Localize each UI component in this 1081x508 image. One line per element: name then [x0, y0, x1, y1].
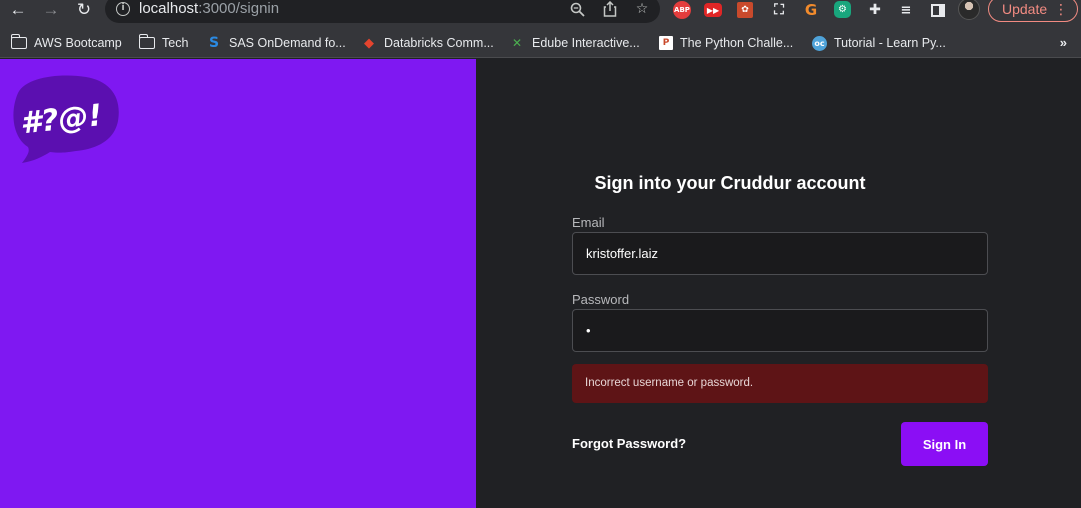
folder-icon [138, 34, 155, 49]
image-extension-icon[interactable]: ✿ [737, 2, 753, 18]
bookmark-label: SAS OnDemand fo... [229, 36, 346, 50]
site-info-icon[interactable]: i [116, 2, 130, 16]
folder-icon [10, 34, 27, 49]
tutorial-logo-icon: oc [812, 35, 827, 51]
adblock-extension-icon[interactable]: ABP [673, 1, 691, 19]
edube-logo-icon: ✕ [511, 36, 523, 50]
bookmark-label: Edube Interactive... [532, 36, 640, 50]
bookmark-databricks[interactable]: ◆ Databricks Comm... [361, 34, 494, 52]
url-path: :3000/signin [198, 0, 280, 17]
password-field[interactable] [572, 309, 988, 352]
zoom-icon[interactable] [567, 0, 587, 19]
bookmark-label: Tutorial - Learn Py... [834, 36, 946, 50]
password-label: Password [572, 292, 630, 307]
bookmark-label: The Python Challe... [680, 36, 794, 50]
python-challenge-icon: P [659, 36, 673, 50]
url-host: localhost [139, 0, 199, 17]
address-bar[interactable]: i localhost:3000/signin ☆ [105, 0, 660, 23]
forgot-password-link[interactable]: Forgot Password? [572, 436, 686, 451]
bookmark-tech[interactable]: Tech [138, 34, 189, 52]
bookmark-aws-bootcamp[interactable]: AWS Bootcamp [10, 34, 122, 52]
video-extension-icon[interactable]: ▶▶ [704, 3, 722, 17]
bookmark-sas[interactable]: S SAS OnDemand fo... [206, 34, 346, 52]
bookmarks-overflow-icon[interactable]: » [1060, 35, 1067, 50]
media-controls-icon[interactable]: ≡ [896, 1, 916, 19]
profile-avatar[interactable] [958, 0, 980, 20]
signin-panel: Sign into your Cruddur account Email Pas… [476, 59, 1081, 508]
email-field[interactable] [572, 232, 988, 275]
bookmark-label: Tech [162, 36, 189, 50]
brand-panel: #?@! [0, 59, 476, 508]
bookmark-tutorial[interactable]: oc Tutorial - Learn Py... [812, 34, 946, 52]
error-message: Incorrect username or password. [572, 364, 988, 403]
bookmarks-bar: AWS Bootcamp Tech S SAS OnDemand fo... ◆… [0, 28, 1081, 58]
extensions-puzzle-icon[interactable]: ✚ [865, 1, 885, 19]
bookmark-python-challenge[interactable]: P The Python Challe... [659, 34, 793, 52]
screenshot-extension-icon[interactable]: ⛶ [769, 1, 789, 19]
signin-button[interactable]: Sign In [901, 422, 988, 466]
email-label: Email [572, 215, 605, 230]
bookmark-star-icon[interactable]: ☆ [632, 0, 652, 19]
databricks-logo-icon: ◆ [364, 35, 374, 51]
bookmark-label: AWS Bootcamp [34, 36, 122, 50]
browser-toolbar: ← → ↻ i localhost:3000/signin ☆ ABP ▶▶ ✿… [0, 0, 1081, 28]
bookmark-label: Databricks Comm... [384, 36, 494, 50]
share-icon[interactable] [600, 0, 620, 19]
reload-icon[interactable]: ↻ [71, 0, 97, 20]
update-label: Update [1002, 1, 1048, 17]
grammar-extension-icon[interactable]: G [801, 1, 821, 19]
forward-icon[interactable]: → [38, 0, 64, 20]
bookmark-edube[interactable]: ✕ Edube Interactive... [509, 34, 640, 52]
chatgpt-extension-icon[interactable]: ⚙ [834, 1, 851, 18]
signin-title: Sign into your Cruddur account [594, 173, 866, 193]
menu-dots-icon: ⋮ [1054, 1, 1068, 17]
back-icon[interactable]: ← [5, 0, 31, 20]
side-panel-icon[interactable] [928, 1, 948, 19]
update-button[interactable]: Update ⋮ [988, 0, 1078, 22]
cruddur-logo: #?@! [13, 75, 119, 163]
url-text[interactable]: localhost:3000/signin [139, 0, 279, 17]
sas-logo-icon: S [208, 35, 220, 51]
